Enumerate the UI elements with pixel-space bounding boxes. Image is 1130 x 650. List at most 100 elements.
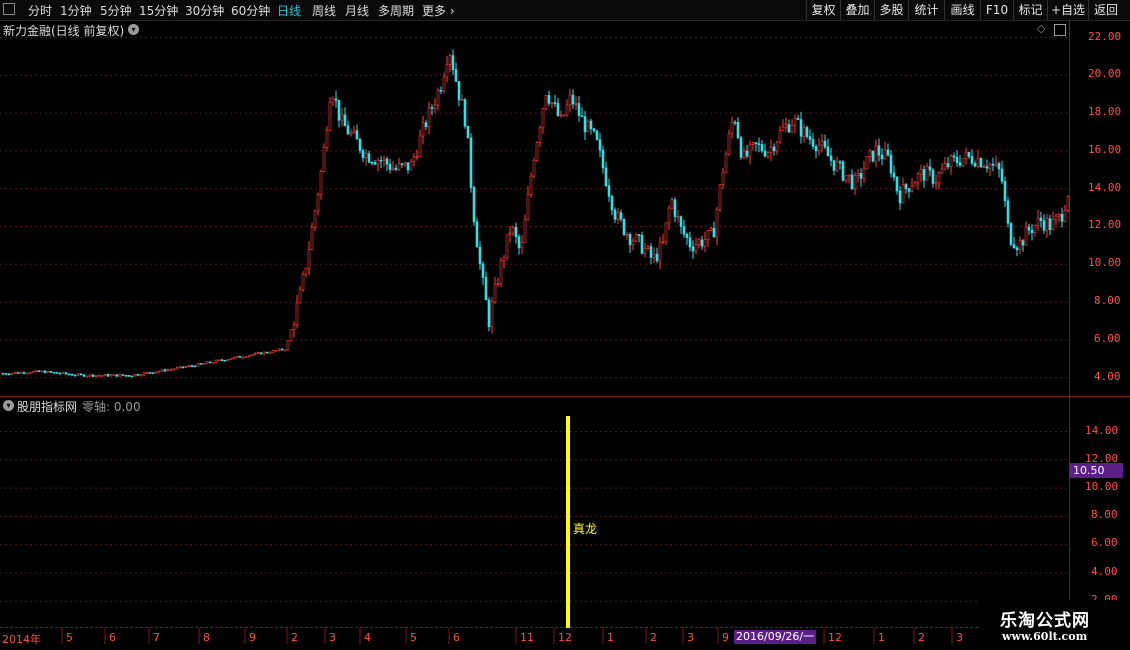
candle-body bbox=[838, 161, 842, 164]
candle-body bbox=[70, 373, 74, 376]
candle-body bbox=[472, 187, 476, 223]
candle-body bbox=[352, 130, 356, 133]
candle-body bbox=[217, 359, 221, 362]
date-label: 2 bbox=[918, 631, 925, 644]
candle-body bbox=[685, 233, 689, 239]
candle-body bbox=[658, 241, 662, 262]
candle-body bbox=[1063, 209, 1067, 222]
candle-body bbox=[412, 156, 416, 162]
candle-body bbox=[835, 161, 839, 171]
grid-lines bbox=[0, 37, 1069, 602]
candle-body bbox=[628, 233, 632, 245]
candle-body bbox=[919, 169, 923, 175]
price-tick: 18.00 bbox=[1088, 105, 1122, 118]
candle-body bbox=[730, 121, 734, 135]
candle-body bbox=[307, 249, 311, 269]
candle-body bbox=[229, 358, 233, 360]
candle-body bbox=[4, 373, 8, 375]
candle-body bbox=[421, 122, 425, 137]
candle-body bbox=[223, 359, 227, 362]
candle-body bbox=[922, 169, 926, 181]
candle-body bbox=[367, 153, 371, 163]
date-label: 9 bbox=[722, 631, 729, 644]
candle-body bbox=[862, 168, 866, 179]
candle-body bbox=[733, 121, 737, 124]
candle-body bbox=[178, 366, 182, 369]
candle-body bbox=[226, 359, 230, 361]
candle-body bbox=[34, 370, 38, 372]
candle-body bbox=[700, 239, 704, 247]
candle-body bbox=[997, 163, 1001, 170]
candle-body bbox=[166, 369, 170, 372]
candle-body bbox=[445, 64, 449, 78]
candle-body bbox=[973, 163, 977, 167]
candle-body bbox=[298, 289, 302, 304]
candle-body bbox=[415, 156, 419, 158]
signal-label: 真龙 bbox=[573, 522, 598, 536]
candle-body bbox=[556, 103, 560, 116]
candle-body bbox=[637, 234, 641, 236]
candle-body bbox=[55, 372, 59, 374]
candle-body bbox=[799, 119, 803, 137]
candle-body bbox=[1051, 219, 1055, 231]
candle-body bbox=[1039, 217, 1043, 221]
side-info-strip bbox=[1120, 22, 1130, 392]
candle-body bbox=[1018, 240, 1022, 250]
kline-chart[interactable] bbox=[0, 0, 1130, 650]
candle-body bbox=[667, 207, 671, 224]
candle-body bbox=[964, 152, 968, 159]
candle-body bbox=[757, 143, 761, 145]
candle-body bbox=[577, 103, 581, 116]
candle-body bbox=[661, 241, 665, 244]
candle-body bbox=[79, 373, 83, 376]
candle-body bbox=[682, 226, 686, 235]
candle-body bbox=[583, 116, 587, 133]
candle-body bbox=[718, 184, 722, 210]
date-label: 8 bbox=[203, 631, 210, 644]
candle-body bbox=[1048, 218, 1052, 231]
candle-body bbox=[451, 55, 455, 71]
candle-body bbox=[145, 372, 149, 374]
candle-body bbox=[469, 137, 473, 188]
candle-body bbox=[823, 140, 827, 148]
date-label: 2 bbox=[291, 631, 298, 644]
candle-body bbox=[691, 246, 695, 252]
candle-body bbox=[511, 226, 515, 234]
candle-body bbox=[856, 173, 860, 176]
date-label: 4 bbox=[364, 631, 371, 644]
candle-body bbox=[934, 182, 938, 185]
candle-body bbox=[433, 104, 437, 109]
candle-body bbox=[796, 118, 800, 120]
candle-body bbox=[1042, 220, 1046, 231]
indicator-tick: 6.00 bbox=[1091, 536, 1118, 549]
candle-body bbox=[760, 144, 764, 152]
candle-body bbox=[1012, 244, 1016, 249]
candle-body bbox=[475, 221, 479, 248]
candle-body bbox=[187, 365, 191, 367]
candle-body bbox=[970, 156, 974, 164]
candle-body bbox=[652, 253, 656, 258]
candle-body bbox=[736, 122, 740, 139]
date-label: 7 bbox=[153, 631, 160, 644]
candle-body bbox=[310, 226, 314, 250]
candle-body bbox=[244, 356, 248, 359]
candle-body bbox=[664, 222, 668, 243]
candle-body bbox=[196, 363, 200, 367]
candle-body bbox=[829, 155, 833, 161]
candle-body bbox=[130, 375, 134, 378]
price-tick: 6.00 bbox=[1094, 332, 1121, 345]
candle-body bbox=[949, 155, 953, 168]
candle-body bbox=[1027, 226, 1031, 231]
candle-body bbox=[871, 150, 875, 162]
candle-body bbox=[952, 155, 956, 158]
candle-body bbox=[202, 363, 206, 365]
candle-body bbox=[346, 125, 350, 135]
candle-body bbox=[853, 175, 857, 189]
candle-body bbox=[517, 236, 521, 248]
price-tick: 16.00 bbox=[1088, 143, 1122, 156]
candle-body bbox=[985, 166, 989, 169]
candle-body bbox=[325, 130, 329, 148]
candle-body bbox=[193, 365, 197, 368]
candle-body bbox=[868, 150, 872, 157]
candle-body bbox=[598, 139, 602, 151]
